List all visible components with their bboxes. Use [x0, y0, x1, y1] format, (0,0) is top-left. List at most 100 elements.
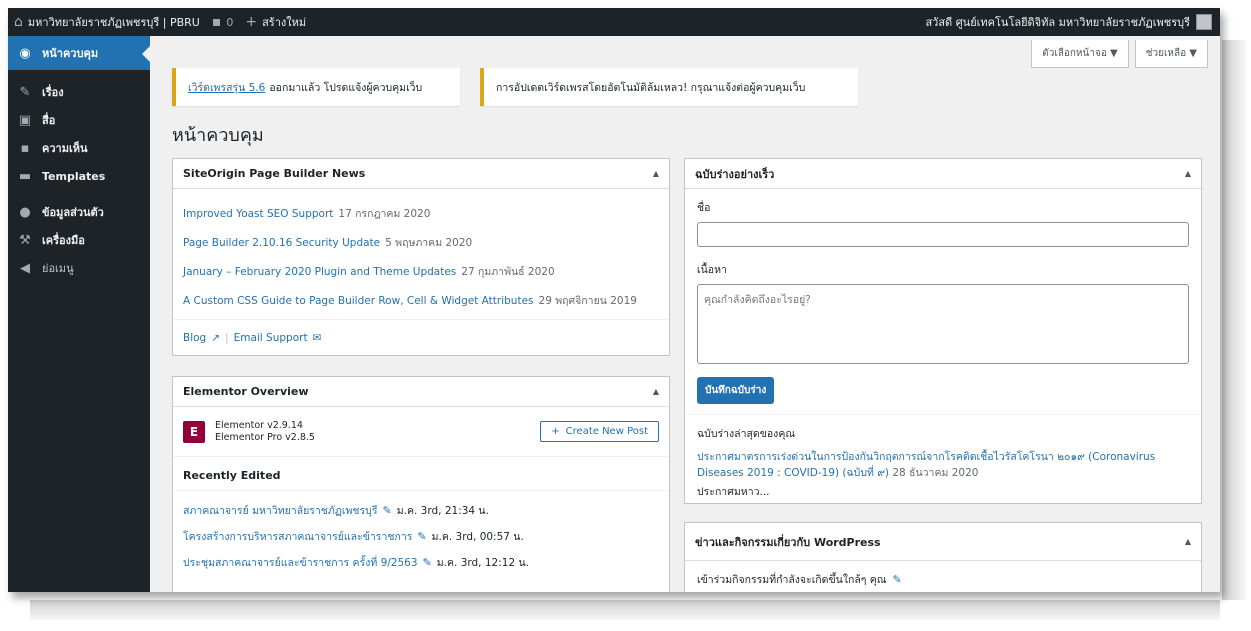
blog-link[interactable]: Blog [183, 332, 206, 344]
sidebar-item-label: ข้อมูลส่วนตัว [42, 206, 104, 219]
edited-date: ม.ค. 3rd, 21:34 น. [396, 504, 489, 517]
list-item: โครงสร้างการบริหารสภาคณาจารย์และข้าราชกา… [183, 523, 659, 549]
list-item: Improved Yoast SEO Support 17 กรกฎาคม 20… [183, 199, 659, 228]
quick-draft-form: ชื่อ เนื้อหา บันทึกฉบับร่าง [685, 189, 1201, 414]
update-notice: เวิร์ดเพรสรุ่น 5.6 ออกมาแล้ว โปรดแจ้งผู้… [172, 68, 460, 106]
auto-update-failed-notice: การอัปเดตเวิร์ดเพรสโดยอัตโนมัติล้มเหลว! … [480, 68, 858, 106]
recently-edited-heading: Recently Edited [173, 457, 669, 491]
pencil-icon[interactable]: ✎ [893, 573, 902, 586]
sidebar-item-media[interactable]: ▣ สื่อ [8, 106, 150, 134]
create-new-post-label: Create New Post [565, 426, 648, 437]
elementor-header: E Elementor v2.9.14 Elementor Pro v2.8.5… [173, 407, 669, 457]
sidebar-item-dashboard[interactable]: ◉ หน้าควบคุม [8, 36, 150, 70]
sidebar-item-label: สื่อ [42, 114, 56, 127]
wp-admin-window: ⌂ มหาวิทยาลัยราชภัฏเพชรบุรี | PBRU ▪ 0 +… [8, 8, 1220, 592]
edited-post-link[interactable]: โครงสร้างการบริหารสภาคณาจารย์และข้าราชกา… [183, 528, 412, 545]
news-date: 17 กรกฎาคม 2020 [338, 208, 431, 220]
frame-shadow-bottom [30, 600, 1220, 620]
edited-post-link[interactable]: ประชุมสภาคณาจารย์และข้าราชการ ครั้งที่ 9… [183, 554, 418, 571]
events-text: เข้าร่วมกิจกรรมที่กำลังจะเกิดขึ้นใกล้ๆ ค… [697, 574, 887, 586]
plus-icon: + [245, 14, 258, 30]
elementor-version: Elementor v2.9.14 [215, 419, 303, 431]
title-input[interactable] [697, 222, 1189, 247]
sidebar-item-profile[interactable]: ● ข้อมูลส่วนตัว [8, 198, 150, 226]
menu-separator [8, 70, 150, 78]
screen-meta-links: ตัวเลือกหน้าจอ ▼ ช่วยเหลือ ▼ [1031, 40, 1208, 68]
pin-icon: ✎ [19, 84, 31, 100]
news-list: Improved Yoast SEO Support 17 กรกฎาคม 20… [173, 189, 669, 315]
dashboard-icon: ◉ [19, 45, 31, 61]
sidebar-item-label: Templates [42, 169, 106, 183]
widget-header[interactable]: Elementor Overview ▲ [173, 377, 669, 407]
sidebar-collapse-menu[interactable]: ◀ ย่อเมนู [8, 254, 150, 282]
divider: | [225, 332, 229, 344]
create-new-post-button[interactable]: + Create New Post [540, 421, 659, 442]
recent-drafts: ฉบับร่างล่าสุดของคุณ ประกาศมาตรการเร่งด่… [685, 414, 1201, 510]
widget-header[interactable]: SiteOrigin Page Builder News ▲ [173, 159, 669, 189]
widget-footer: Blog ↗ | Email Support ✉ [173, 319, 669, 356]
list-item: A Custom CSS Guide to Page Builder Row, … [183, 286, 659, 315]
collapse-toggle-icon[interactable]: ▲ [653, 387, 659, 396]
wordpress-news-widget: ข่าวและกิจกรรมเกี่ยวกับ WordPress ▲ เข้า… [684, 522, 1202, 592]
pencil-icon: ✎ [417, 529, 427, 543]
recently-edited-list: สภาคณาจารย์ มหาวิทยาลัยราชภัฏเพชรบุรี ✎ … [173, 491, 669, 581]
siteorigin-news-widget: SiteOrigin Page Builder News ▲ Improved … [172, 158, 670, 356]
list-item: ประชุมสภาคณาจารย์และข้าราชการ ครั้งที่ 9… [183, 549, 659, 575]
save-draft-button[interactable]: บันทึกฉบับร่าง [697, 377, 775, 404]
sidebar-item-tools[interactable]: ⚒ เครื่องมือ [8, 226, 150, 254]
edited-post-link[interactable]: สภาคณาจารย์ มหาวิทยาลัยราชภัฏเพชรบุรี [183, 502, 377, 519]
update-link[interactable]: เวิร์ดเพรสรุ่น 5.6 [188, 79, 265, 96]
new-content-label: สร้างใหม่ [262, 16, 307, 29]
news-date: 5 พฤษภาคม 2020 [385, 237, 473, 249]
home-icon: ⌂ [14, 14, 23, 30]
recent-drafts-title: ฉบับร่างล่าสุดของคุณ [697, 428, 796, 440]
help-button[interactable]: ช่วยเหลือ ▼ [1134, 40, 1208, 68]
elementor-versions: Elementor v2.9.14 Elementor Pro v2.8.5 [215, 420, 540, 444]
content-label: เนื้อหา [697, 264, 727, 276]
site-name-link[interactable]: ⌂ มหาวิทยาลัยราชภัฏเพชรบุรี | PBRU [8, 8, 206, 36]
sidebar-item-label: เครื่องมือ [42, 234, 85, 247]
screen-options-button[interactable]: ตัวเลือกหน้าจอ ▼ [1031, 40, 1129, 68]
draft-item: ประกาศมาตรการเร่งด่วนในการป้องกันวิกฤตกา… [697, 450, 1189, 481]
news-link[interactable]: Improved Yoast SEO Support [183, 208, 333, 220]
comments-count: 0 [226, 15, 234, 29]
widget-title: ข่าวและกิจกรรมเกี่ยวกับ WordPress [695, 535, 881, 549]
widget-title: SiteOrigin Page Builder News [183, 167, 366, 180]
news-link[interactable]: Page Builder 2.10.16 Security Update [183, 237, 380, 249]
pencil-icon: ✎ [382, 503, 392, 517]
new-content-link[interactable]: + สร้างใหม่ [239, 8, 312, 36]
pencil-icon: ✎ [422, 555, 432, 569]
collapse-toggle-icon[interactable]: ▲ [1185, 537, 1191, 546]
user-icon: ● [19, 204, 31, 220]
email-support-link[interactable]: Email Support [234, 332, 308, 344]
menu-separator [8, 190, 150, 198]
news-link[interactable]: A Custom CSS Guide to Page Builder Row, … [183, 295, 534, 307]
news-link[interactable]: January – February 2020 Plugin and Theme… [183, 266, 456, 278]
sidebar-item-comments[interactable]: ▪ ความเห็น [8, 134, 150, 162]
external-link-icon: ↗ [211, 332, 221, 344]
sidebar-item-label: ความเห็น [42, 142, 88, 155]
list-item: สภาคณาจารย์ มหาวิทยาลัยราชภัฏเพชรบุรี ✎ … [183, 497, 659, 523]
plus-icon: + [551, 426, 560, 437]
admin-bar: ⌂ มหาวิทยาลัยราชภัฏเพชรบุรี | PBRU ▪ 0 +… [8, 8, 1220, 36]
greeting: สวัสดี ศูนย์เทคโนโลยีดิจิทัล มหาวิทยาลัย… [925, 16, 1190, 29]
frame-shadow-right [1222, 40, 1246, 600]
comments-link[interactable]: ▪ 0 [206, 8, 240, 36]
widget-header[interactable]: ฉบับร่างอย่างเร็ว ▲ [685, 159, 1201, 189]
news-date: 27 กุมภาพันธ์ 2020 [461, 266, 555, 278]
widget-header[interactable]: ข่าวและกิจกรรมเกี่ยวกับ WordPress ▲ [685, 523, 1201, 561]
list-item: Page Builder 2.10.16 Security Update 5 พ… [183, 228, 659, 257]
content-textarea[interactable] [697, 284, 1189, 364]
collapse-toggle-icon[interactable]: ▲ [1185, 169, 1191, 178]
sidebar-item-posts[interactable]: ✎ เรื่อง [8, 78, 150, 106]
wrench-icon: ⚒ [19, 232, 31, 248]
collapse-icon: ◀ [20, 260, 30, 276]
elementor-pro-version: Elementor Pro v2.8.5 [215, 431, 315, 443]
account-menu[interactable]: สวัสดี ศูนย์เทคโนโลยีดิจิทัล มหาวิทยาลัย… [925, 13, 1220, 31]
edited-date: ม.ค. 3rd, 00:57 น. [431, 530, 524, 543]
edited-date: ม.ค. 3rd, 12:12 น. [436, 556, 529, 569]
update-notice-text: ออกมาแล้ว โปรดแจ้งผู้ควบคุมเว็บ [269, 81, 423, 94]
draft-excerpt: ประกาศมหาว... [697, 486, 770, 498]
collapse-toggle-icon[interactable]: ▲ [653, 169, 659, 178]
sidebar-item-templates[interactable]: ▬ Templates [8, 162, 150, 190]
